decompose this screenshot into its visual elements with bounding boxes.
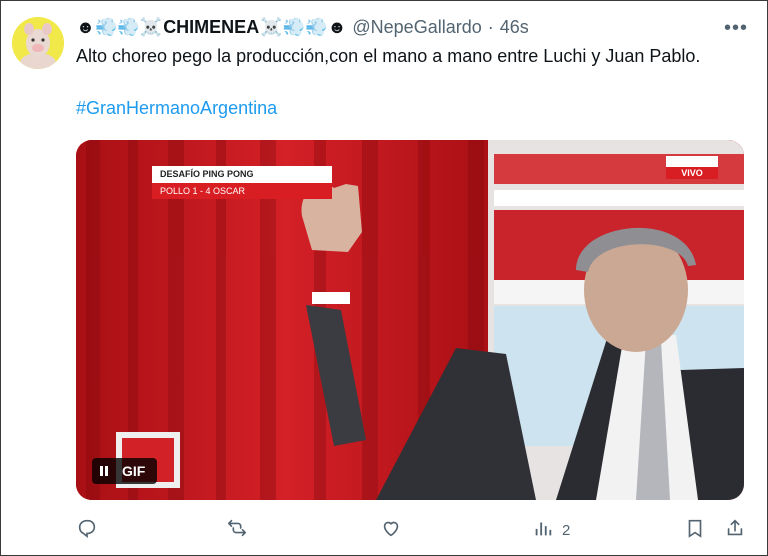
hashtag-link[interactable]: #GranHermanoArgentina bbox=[76, 96, 277, 120]
media-gif[interactable]: DESAFÍO PING PONG POLLO 1 - 4 OSCAR VIVO… bbox=[76, 140, 744, 500]
share-icon bbox=[724, 517, 746, 543]
bookmark-button[interactable] bbox=[684, 516, 706, 544]
live-badge: VIVO bbox=[666, 156, 718, 182]
lower-third: DESAFÍO PING PONG POLLO 1 - 4 OSCAR bbox=[152, 166, 332, 199]
retweet-button[interactable] bbox=[226, 516, 248, 544]
display-name[interactable]: ☻💨💨☠️ CHIMENEA ☠️💨💨☻ bbox=[76, 17, 346, 38]
tweet-text: Alto choreo pego la producción,con el ma… bbox=[76, 46, 701, 66]
handle[interactable]: @NepeGallardo bbox=[352, 17, 481, 38]
display-name-text: CHIMENEA bbox=[163, 16, 260, 37]
channel-logo bbox=[666, 156, 718, 167]
retweet-icon bbox=[226, 517, 248, 543]
reply-button[interactable] bbox=[76, 516, 98, 544]
reply-icon bbox=[76, 517, 98, 543]
overlay-subtitle: POLLO 1 - 4 OSCAR bbox=[152, 183, 332, 199]
display-name-suffix: ☠️💨💨☻ bbox=[260, 16, 347, 37]
timestamp[interactable]: 46s bbox=[500, 17, 529, 38]
bookmark-icon bbox=[684, 517, 706, 543]
share-button[interactable] bbox=[724, 516, 746, 544]
views-button[interactable]: 2 bbox=[532, 516, 570, 544]
pause-icon[interactable] bbox=[92, 458, 116, 484]
views-icon bbox=[532, 517, 554, 543]
separator-dot: · bbox=[487, 16, 494, 37]
display-name-prefix: ☻💨💨☠️ bbox=[76, 16, 163, 37]
action-bar: 2 bbox=[76, 516, 748, 544]
gif-badge[interactable]: GIF bbox=[92, 458, 158, 484]
avatar[interactable] bbox=[12, 17, 64, 69]
like-icon bbox=[380, 517, 402, 543]
views-count: 2 bbox=[562, 521, 571, 539]
like-button[interactable] bbox=[380, 516, 402, 544]
overlay-title: DESAFÍO PING PONG bbox=[152, 166, 332, 183]
live-label: VIVO bbox=[666, 167, 718, 179]
gif-label: GIF bbox=[122, 463, 146, 479]
tweet-header: ☻💨💨☠️ CHIMENEA ☠️💨💨☻ @NepeGallardo · 46s bbox=[76, 14, 529, 40]
more-options-icon[interactable]: ••• bbox=[722, 16, 750, 40]
